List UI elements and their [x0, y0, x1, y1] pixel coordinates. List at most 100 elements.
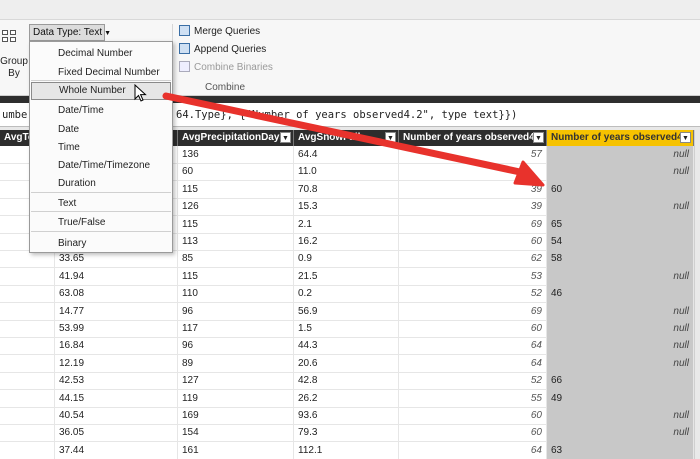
filter-dropdown-icon[interactable]: ▼ [680, 132, 691, 143]
table-cell[interactable]: 64 [399, 354, 547, 373]
table-cell[interactable]: 41.94 [55, 267, 178, 286]
menu-item[interactable]: True/False [31, 214, 171, 232]
data-type-dropdown[interactable]: Data Type: Text ▼ [29, 24, 111, 41]
menu-item[interactable]: Date/Time/Timezone [31, 157, 171, 175]
table-cell[interactable]: 69 [399, 215, 547, 234]
group-by-button[interactable]: Group By [0, 30, 28, 82]
table-cell[interactable]: 11.0 [294, 163, 399, 182]
table-cell[interactable]: 15.3 [294, 198, 399, 217]
table-cell[interactable]: 96 [178, 302, 294, 321]
table-cell[interactable]: null [547, 163, 694, 182]
table-cell[interactable] [0, 337, 55, 356]
table-cell[interactable]: 60 [399, 233, 547, 251]
vertical-scrollbar[interactable] [694, 130, 700, 459]
table-cell[interactable]: 169 [178, 407, 294, 425]
table-cell[interactable]: 110 [178, 285, 294, 304]
table-cell[interactable]: null [547, 267, 694, 286]
table-cell[interactable]: 126 [178, 198, 294, 217]
table-cell[interactable]: 26.2 [294, 389, 399, 408]
table-cell[interactable]: null [547, 146, 694, 164]
table-cell[interactable]: 60 [178, 163, 294, 182]
table-cell[interactable] [0, 441, 55, 459]
table-cell[interactable]: null [547, 424, 694, 443]
table-cell[interactable]: null [547, 320, 694, 338]
table-cell[interactable]: 115 [178, 215, 294, 234]
menu-item[interactable]: Date [31, 121, 171, 139]
table-cell[interactable]: 56.9 [294, 302, 399, 321]
menu-item[interactable]: Whole Number [31, 82, 171, 100]
table-cell[interactable] [0, 250, 55, 269]
table-cell[interactable]: 58 [547, 250, 694, 269]
column-header[interactable]: AvgPrecipitationDays ▼ [178, 130, 294, 146]
table-cell[interactable]: 49 [547, 389, 694, 408]
combine-binaries-button[interactable]: Combine Binaries [179, 60, 273, 76]
table-cell[interactable]: 66 [547, 372, 694, 391]
table-cell[interactable]: null [547, 337, 694, 356]
table-cell[interactable]: 39 [399, 180, 547, 199]
merge-queries-button[interactable]: Merge Queries [179, 24, 260, 40]
table-cell[interactable] [399, 163, 547, 182]
table-cell[interactable]: 52 [399, 372, 547, 391]
table-cell[interactable]: 33.65 [55, 250, 178, 269]
table-cell[interactable]: 42.8 [294, 372, 399, 391]
table-cell[interactable]: 57 [399, 146, 547, 164]
table-cell[interactable] [0, 285, 55, 304]
table-cell[interactable]: 89 [178, 354, 294, 373]
table-cell[interactable]: 21.5 [294, 267, 399, 286]
table-cell[interactable]: 60 [399, 424, 547, 443]
menu-item[interactable]: Decimal Number [31, 45, 171, 63]
table-cell[interactable]: 64.4 [294, 146, 399, 164]
table-cell[interactable]: null [547, 302, 694, 321]
table-cell[interactable]: 154 [178, 424, 294, 443]
table-cell[interactable]: 52 [399, 285, 547, 304]
filter-dropdown-icon[interactable]: ▼ [385, 132, 396, 143]
table-cell[interactable]: 20.6 [294, 354, 399, 373]
table-cell[interactable] [0, 320, 55, 338]
table-cell[interactable] [0, 424, 55, 443]
table-cell[interactable]: 16.84 [55, 337, 178, 356]
table-cell[interactable]: 63.08 [55, 285, 178, 304]
table-cell[interactable] [0, 302, 55, 321]
menu-item[interactable]: Time [31, 139, 171, 157]
table-cell[interactable]: 65 [547, 215, 694, 234]
table-cell[interactable]: 115 [178, 267, 294, 286]
table-cell[interactable]: 44.15 [55, 389, 178, 408]
table-cell[interactable]: 12.19 [55, 354, 178, 373]
table-cell[interactable]: null [547, 407, 694, 425]
table-cell[interactable]: 62 [399, 250, 547, 269]
append-queries-button[interactable]: Append Queries [179, 42, 266, 58]
table-cell[interactable]: 14.77 [55, 302, 178, 321]
table-cell[interactable] [0, 372, 55, 391]
table-cell[interactable]: null [547, 198, 694, 217]
table-cell[interactable]: 117 [178, 320, 294, 338]
table-cell[interactable]: 64 [399, 337, 547, 356]
table-cell[interactable]: 0.9 [294, 250, 399, 269]
table-cell[interactable]: 161 [178, 441, 294, 459]
table-cell[interactable]: 60 [399, 320, 547, 338]
table-cell[interactable]: 36.05 [55, 424, 178, 443]
table-cell[interactable]: 69 [399, 302, 547, 321]
table-cell[interactable]: 112.1 [294, 441, 399, 459]
table-cell[interactable]: 42.53 [55, 372, 178, 391]
table-cell[interactable] [0, 354, 55, 373]
table-cell[interactable]: 60 [547, 180, 694, 199]
table-cell[interactable]: 63 [547, 441, 694, 459]
column-header[interactable]: Number of years observed4.1 ▼ [399, 130, 547, 146]
column-header[interactable]: AvgSnowFall ▼ [294, 130, 399, 146]
table-cell[interactable]: 127 [178, 372, 294, 391]
table-cell[interactable]: 0.2 [294, 285, 399, 304]
table-cell[interactable]: 79.3 [294, 424, 399, 443]
table-cell[interactable]: 16.2 [294, 233, 399, 251]
filter-dropdown-icon[interactable]: ▼ [533, 132, 544, 143]
table-cell[interactable]: 55 [399, 389, 547, 408]
table-cell[interactable] [0, 389, 55, 408]
table-cell[interactable]: 60 [399, 407, 547, 425]
table-cell[interactable]: 54 [547, 233, 694, 251]
menu-item[interactable]: Binary [31, 235, 171, 253]
table-cell[interactable]: 70.8 [294, 180, 399, 199]
table-cell[interactable]: 119 [178, 389, 294, 408]
table-cell[interactable]: 115 [178, 180, 294, 199]
menu-item[interactable]: Duration [31, 175, 171, 193]
table-cell[interactable]: 113 [178, 233, 294, 251]
table-cell[interactable]: 46 [547, 285, 694, 304]
